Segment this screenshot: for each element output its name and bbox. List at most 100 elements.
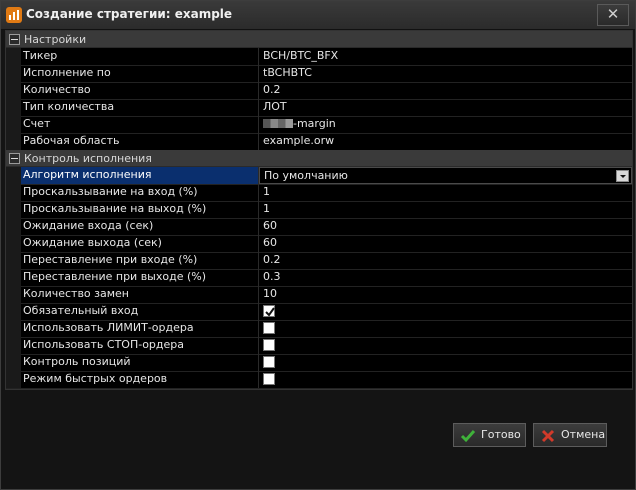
row-gutter <box>6 354 21 371</box>
property-name: Рабочая область <box>21 133 259 150</box>
collapse-icon[interactable] <box>9 153 20 164</box>
row-gutter <box>6 99 21 116</box>
property-name: Проскальзывание на вход (%) <box>21 184 259 201</box>
property-row-wait-entry[interactable]: Ожидание входа (сек) 60 <box>6 218 632 236</box>
close-button[interactable]: ✕ <box>597 4 629 26</box>
property-value[interactable]: BCH/BTC_BFX <box>259 48 632 65</box>
property-row-replace-entry[interactable]: Переставление при входе (%) 0.2 <box>6 252 632 270</box>
category-label: Настройки <box>24 33 87 46</box>
property-row-quantity-type[interactable]: Тип количества ЛОТ <box>6 99 632 117</box>
property-value[interactable]: ЛОТ <box>259 99 632 116</box>
dialog-window: Создание стратегии: example ✕ Настройки … <box>0 0 636 490</box>
row-gutter <box>6 371 21 388</box>
use-stop-orders-checkbox[interactable] <box>263 339 275 351</box>
property-name: Количество замен <box>21 286 259 303</box>
checkmark-icon <box>460 430 476 443</box>
property-row-use-stop-orders[interactable]: Использовать СТОП-ордера <box>6 337 632 355</box>
property-name: Контроль позиций <box>21 354 259 371</box>
row-gutter <box>6 337 21 354</box>
redacted-mask <box>263 119 293 128</box>
property-name: Обязательный вход <box>21 303 259 320</box>
ok-button[interactable]: Готово <box>453 423 526 447</box>
select-value: По умолчанию <box>264 169 348 182</box>
property-row-position-control[interactable]: Контроль позиций <box>6 354 632 372</box>
property-value[interactable]: 0.2 <box>259 252 632 269</box>
row-gutter <box>6 286 21 303</box>
row-gutter <box>6 320 21 337</box>
use-limit-orders-checkbox[interactable] <box>263 322 275 334</box>
category-settings[interactable]: Настройки <box>6 31 632 48</box>
row-gutter <box>6 201 21 218</box>
row-gutter <box>6 133 21 150</box>
close-icon: ✕ <box>606 5 620 23</box>
property-name: Алгоритм исполнения <box>21 167 259 184</box>
algorithm-select[interactable]: По умолчанию <box>259 167 632 184</box>
property-value[interactable]: -margin <box>259 116 632 133</box>
property-row-replace-exit[interactable]: Переставление при выходе (%) 0.3 <box>6 269 632 287</box>
row-gutter <box>6 235 21 252</box>
title-bar[interactable]: Создание стратегии: example ✕ <box>1 1 635 30</box>
property-value[interactable]: 60 <box>259 218 632 235</box>
row-gutter <box>6 184 21 201</box>
cancel-button-label: Отмена <box>561 428 606 441</box>
property-row-fast-orders[interactable]: Режим быстрых ордеров <box>6 371 632 389</box>
property-name: Количество <box>21 82 259 99</box>
property-value <box>259 337 632 354</box>
row-gutter <box>6 252 21 269</box>
fast-orders-checkbox[interactable] <box>263 373 275 385</box>
cancel-button[interactable]: Отмена <box>533 423 607 447</box>
property-name: Переставление при входе (%) <box>21 252 259 269</box>
property-name: Тип количества <box>21 99 259 116</box>
property-row-algorithm[interactable]: Алгоритм исполнения По умолчанию <box>6 167 632 185</box>
property-value[interactable]: 0.3 <box>259 269 632 286</box>
window-title: Создание стратегии: example <box>26 7 233 21</box>
property-name: Счет <box>21 116 259 133</box>
property-row-workspace[interactable]: Рабочая область example.orw <box>6 133 632 151</box>
property-value <box>259 303 632 320</box>
property-row-slippage-exit[interactable]: Проскальзывание на выход (%) 1 <box>6 201 632 219</box>
property-row-wait-exit[interactable]: Ожидание выхода (сек) 60 <box>6 235 632 253</box>
property-row-quantity[interactable]: Количество 0.2 <box>6 82 632 100</box>
property-row-use-limit-orders[interactable]: Использовать ЛИМИТ-ордера <box>6 320 632 338</box>
property-grid: Настройки Тикер BCH/BTC_BFX Исполнение п… <box>5 30 633 390</box>
checkmark-icon <box>265 307 275 317</box>
property-value <box>259 354 632 371</box>
category-label: Контроль исполнения <box>24 152 152 165</box>
property-value[interactable]: 0.2 <box>259 82 632 99</box>
property-value[interactable]: 10 <box>259 286 632 303</box>
row-gutter <box>6 303 21 320</box>
close-icon <box>541 429 555 443</box>
ok-button-label: Готово <box>481 428 521 441</box>
property-value[interactable]: 1 <box>259 201 632 218</box>
property-name: Тикер <box>21 48 259 65</box>
row-gutter <box>6 167 21 184</box>
property-name: Исполнение по <box>21 65 259 82</box>
property-name: Использовать ЛИМИТ-ордера <box>21 320 259 337</box>
property-name: Режим быстрых ордеров <box>21 371 259 388</box>
category-execution-control[interactable]: Контроль исполнения <box>6 150 632 167</box>
property-row-slippage-entry[interactable]: Проскальзывание на вход (%) 1 <box>6 184 632 202</box>
property-row-mandatory-entry[interactable]: Обязательный вход <box>6 303 632 321</box>
property-name: Ожидание входа (сек) <box>21 218 259 235</box>
position-control-checkbox[interactable] <box>263 356 275 368</box>
property-row-execution-by[interactable]: Исполнение по tBCHBTC <box>6 65 632 83</box>
row-gutter <box>6 116 21 133</box>
property-value <box>259 320 632 337</box>
chevron-down-icon[interactable] <box>616 170 629 182</box>
property-name: Ожидание выхода (сек) <box>21 235 259 252</box>
property-name: Использовать СТОП-ордера <box>21 337 259 354</box>
property-value[interactable]: example.orw <box>259 133 632 150</box>
collapse-icon[interactable] <box>9 34 20 45</box>
property-value[interactable]: tBCHBTC <box>259 65 632 82</box>
property-row-account[interactable]: Счет -margin <box>6 116 632 134</box>
property-name: Переставление при выходе (%) <box>21 269 259 286</box>
row-gutter <box>6 65 21 82</box>
property-row-ticker[interactable]: Тикер BCH/BTC_BFX <box>6 48 632 66</box>
row-gutter <box>6 218 21 235</box>
property-value[interactable]: 1 <box>259 184 632 201</box>
account-suffix: -margin <box>293 117 336 130</box>
property-value[interactable]: 60 <box>259 235 632 252</box>
property-row-replace-count[interactable]: Количество замен 10 <box>6 286 632 304</box>
app-logo-icon <box>6 7 22 23</box>
mandatory-entry-checkbox[interactable] <box>263 305 275 317</box>
